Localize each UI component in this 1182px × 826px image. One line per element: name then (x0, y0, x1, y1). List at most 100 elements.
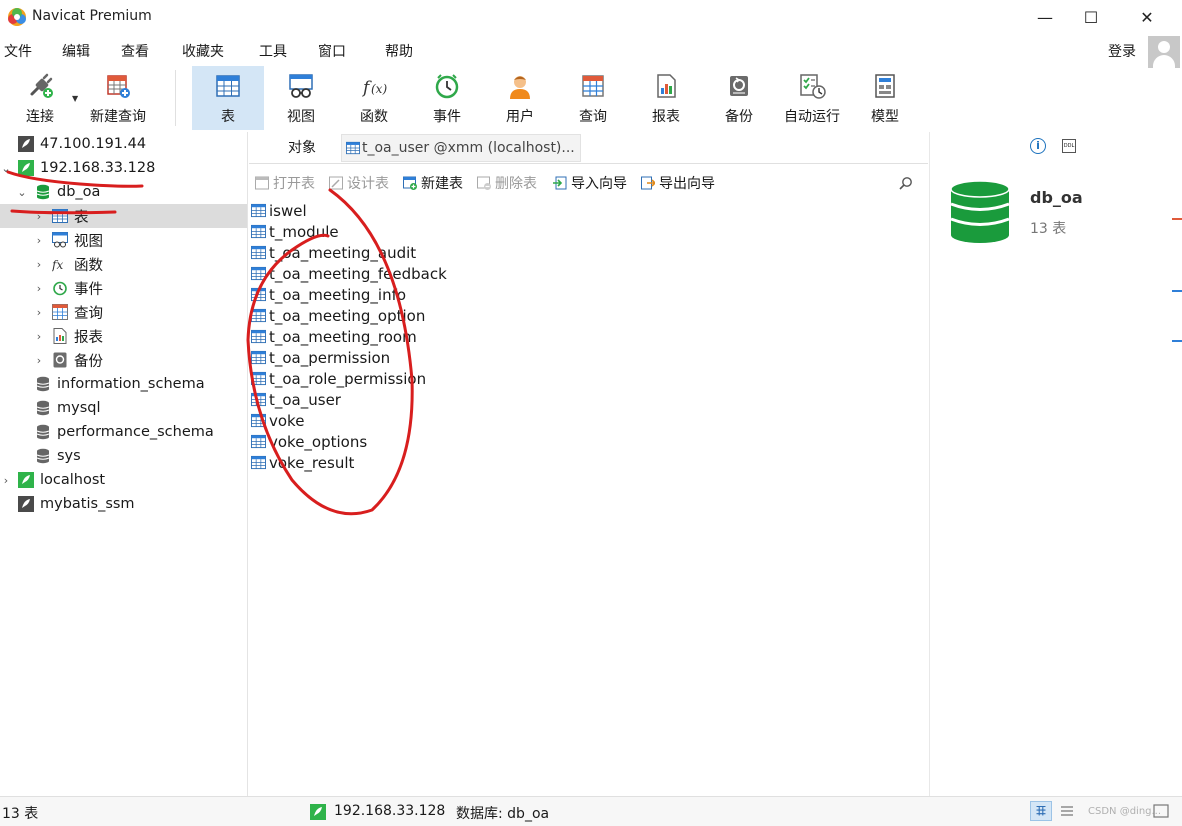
tree-item-connection[interactable]: › localhost (0, 468, 247, 492)
clock-icon (435, 74, 459, 99)
chevron-right-icon[interactable]: › (33, 282, 45, 295)
chevron-down-icon[interactable]: ⌄ (16, 186, 28, 199)
toolbar-backup-button[interactable]: 备份 (703, 66, 775, 130)
tree-item-events[interactable]: › 事件 (0, 276, 247, 300)
user-avatar-icon[interactable] (1148, 36, 1180, 68)
toolbar-function-button[interactable]: f (x) 函数 (338, 66, 410, 130)
toolbar-query-button[interactable]: 查询 (557, 66, 629, 130)
toolbar-user-label: 用户 (506, 109, 534, 125)
open-table-button[interactable]: 打开表 (255, 173, 315, 193)
chevron-right-icon[interactable]: › (0, 474, 12, 487)
tree-item-label: 事件 (74, 281, 103, 298)
svg-text:(x): (x) (371, 82, 387, 96)
menu-favorites[interactable]: 收藏夹 (182, 41, 224, 61)
tab-query-editor[interactable]: t_oa_user @xmm (localhost)... (341, 134, 581, 162)
toolbar-view-button[interactable]: 视图 (265, 66, 337, 130)
tree-item-label: 视图 (74, 233, 103, 250)
menu-view[interactable]: 查看 (121, 41, 149, 61)
search-icon[interactable] (899, 176, 913, 190)
list-view-icon[interactable] (1056, 801, 1078, 821)
toolbar-table-button[interactable]: 表 (192, 66, 264, 130)
chevron-right-icon[interactable]: › (33, 330, 45, 343)
table-list-item-label: t_oa_meeting_room (269, 327, 417, 346)
tree-item-queries[interactable]: › 查询 (0, 300, 247, 324)
table-list-item[interactable]: t_oa_meeting_audit (251, 242, 416, 263)
chevron-right-icon[interactable]: › (33, 306, 45, 319)
menu-tools[interactable]: 工具 (259, 41, 287, 61)
table-list-item[interactable]: iswel (251, 200, 307, 221)
tree-item-connection[interactable]: mybatis_ssm (0, 492, 247, 516)
connect-dropdown-icon[interactable]: ▼ (72, 94, 78, 103)
database-gray-icon (36, 376, 50, 392)
tree-item-label: 报表 (74, 329, 103, 346)
ddl-icon[interactable]: DDL (1062, 139, 1076, 153)
grid-view-icon[interactable] (1030, 801, 1052, 821)
tree-item-reports[interactable]: › 报表 (0, 324, 247, 348)
tree-item-label: 47.100.191.44 (40, 136, 147, 152)
table-list-item[interactable]: t_oa_role_permission (251, 368, 426, 389)
maximize-button[interactable]: ☐ (1068, 0, 1114, 34)
table-list-item-label: t_oa_meeting_option (269, 306, 426, 325)
close-button[interactable]: ✕ (1124, 0, 1170, 34)
menu-help[interactable]: 帮助 (385, 41, 413, 61)
tree-item-functions[interactable]: › fx 函数 (0, 252, 247, 276)
toolbar-event-button[interactable]: 事件 (411, 66, 483, 130)
automation-icon (800, 74, 826, 99)
table-list-item[interactable]: voke_result (251, 452, 354, 473)
menu-edit[interactable]: 编辑 (62, 41, 90, 61)
toolbar-model-button[interactable]: 模型 (849, 66, 921, 130)
tree-item-views[interactable]: › 视图 (0, 228, 247, 252)
tree-item-database[interactable]: sys (0, 444, 247, 468)
navicat-logo-icon (8, 8, 26, 26)
toolbar-connect-button[interactable]: 连接 (4, 66, 76, 130)
chevron-right-icon[interactable]: › (33, 258, 45, 271)
status-connection: 192.168.33.128 (334, 803, 446, 819)
table-list-item-label: t_module (269, 222, 339, 241)
chevron-right-icon[interactable]: › (33, 210, 45, 223)
export-wizard-label: 导出向导 (659, 176, 715, 192)
toolbar-report-button[interactable]: 报表 (630, 66, 702, 130)
model-icon (875, 74, 895, 98)
import-wizard-button[interactable]: 导入向导 (553, 173, 627, 193)
toolbar-new-query-button[interactable]: 新建查询 (82, 66, 154, 130)
table-list-item[interactable]: voke_options (251, 431, 367, 452)
tree-item-database[interactable]: performance_schema (0, 420, 247, 444)
table-list-item[interactable]: t_oa_meeting_option (251, 305, 425, 326)
chevron-right-icon[interactable]: › (33, 354, 45, 367)
plug-icon (30, 73, 53, 98)
tree-item-tables[interactable]: › 表 (0, 204, 247, 228)
minimize-button[interactable]: — (1022, 0, 1068, 34)
table-list-item[interactable]: t_oa_meeting_info (251, 284, 406, 305)
tab-objects[interactable]: 对象 (267, 132, 337, 164)
tree-item-backups[interactable]: › 备份 (0, 348, 247, 372)
tree-item-connection[interactable]: 47.100.191.44 (0, 132, 247, 156)
table-icon (52, 209, 68, 223)
export-wizard-button[interactable]: 导出向导 (641, 173, 715, 193)
table-list-item[interactable]: t_oa_user (251, 389, 341, 410)
tree-item-database[interactable]: information_schema (0, 372, 247, 396)
menu-window[interactable]: 窗口 (318, 41, 346, 61)
table-list-item[interactable]: voke (251, 410, 304, 431)
delete-table-button[interactable]: 删除表 (477, 173, 537, 193)
table-list-item[interactable]: t_oa_permission (251, 347, 390, 368)
new-table-button[interactable]: 新建表 (403, 173, 463, 193)
tree-item-label: 表 (74, 209, 89, 226)
chevron-down-icon[interactable]: ⌄ (0, 162, 12, 175)
design-table-button[interactable]: 设计表 (329, 173, 389, 193)
login-link[interactable]: 登录 (1108, 41, 1136, 61)
table-icon (251, 266, 266, 281)
chevron-right-icon[interactable]: › (33, 234, 45, 247)
table-list-item[interactable]: t_oa_meeting_feedback (251, 263, 447, 284)
view-icon (289, 74, 313, 98)
tree-item-database[interactable]: mysql (0, 396, 247, 420)
toolbar-user-button[interactable]: 用户 (484, 66, 556, 130)
database-gray-icon (36, 400, 50, 416)
tree-item-database-open[interactable]: ⌄ db_oa (0, 180, 247, 204)
table-list-item[interactable]: t_oa_meeting_room (251, 326, 417, 347)
info-icon[interactable]: i (1030, 138, 1046, 154)
table-list-item[interactable]: t_module (251, 221, 339, 242)
tree-item-connection-active[interactable]: ⌄ 192.168.33.128 (0, 156, 247, 180)
menu-file[interactable]: 文件 (4, 41, 32, 61)
connection-connected-icon (18, 160, 34, 176)
toolbar-automation-button[interactable]: 自动运行 (776, 66, 848, 130)
